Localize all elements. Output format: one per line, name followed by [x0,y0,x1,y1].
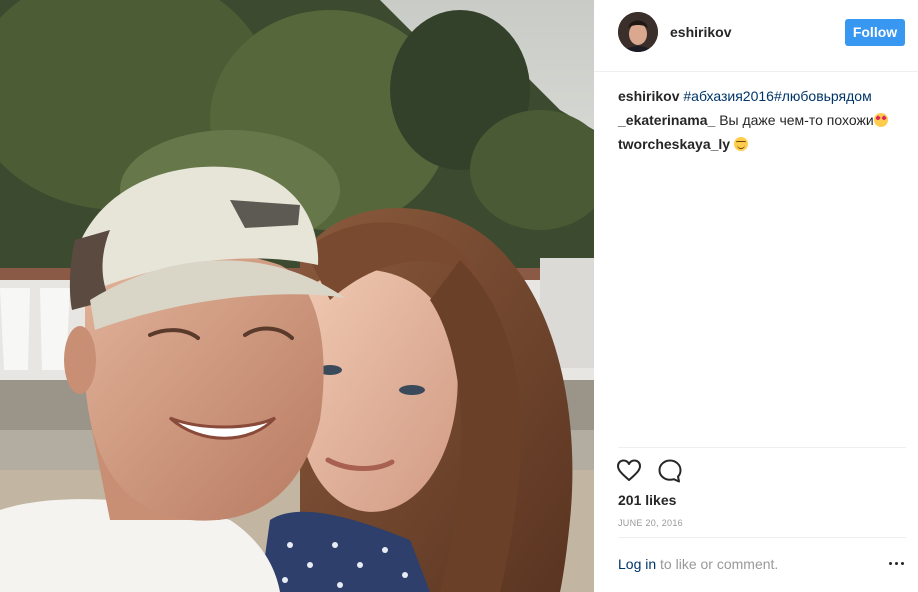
follow-button[interactable]: Follow [845,19,905,46]
likes-count[interactable]: 201 likes [618,492,676,508]
speech-bubble-icon[interactable] [657,458,683,484]
author-avatar[interactable] [618,12,658,52]
comment-username[interactable]: _ekaterinama_ [618,112,715,128]
post-photo[interactable] [0,0,594,592]
comments-list: eshirikov #абхазия2016#любовьрядом _ekat… [618,84,908,156]
comment-username[interactable]: tworcheskaya_ly [618,136,730,152]
caption: eshirikov #абхазия2016#любовьрядом [618,84,908,108]
divider [618,447,906,448]
divider [618,537,906,538]
post-panel: eshirikov Follow eshirikov #абхазия2016#… [594,0,918,592]
heart-eyes-emoji-icon [873,113,888,127]
comment-item: tworcheskaya_ly [618,132,908,156]
blush-emoji-icon [733,137,748,151]
caption-hashtags[interactable]: #абхазия2016#любовьрядом [683,88,871,104]
author-username[interactable]: eshirikov [670,24,731,40]
login-link[interactable]: Log in [618,556,656,572]
heart-outline-icon[interactable] [616,458,642,484]
caption-username[interactable]: eshirikov [618,88,679,104]
more-options-icon[interactable] [889,560,905,568]
comment-item: _ekaterinama_ Вы даже чем-то похожи [618,108,908,132]
comment-text: Вы даже чем-то похожи [719,112,874,128]
login-prompt-text: to like or comment. [656,556,779,572]
post-header: eshirikov Follow [594,0,918,72]
post-date[interactable]: JUNE 20, 2016 [618,518,683,528]
login-prompt: Log in to like or comment. [618,556,778,572]
